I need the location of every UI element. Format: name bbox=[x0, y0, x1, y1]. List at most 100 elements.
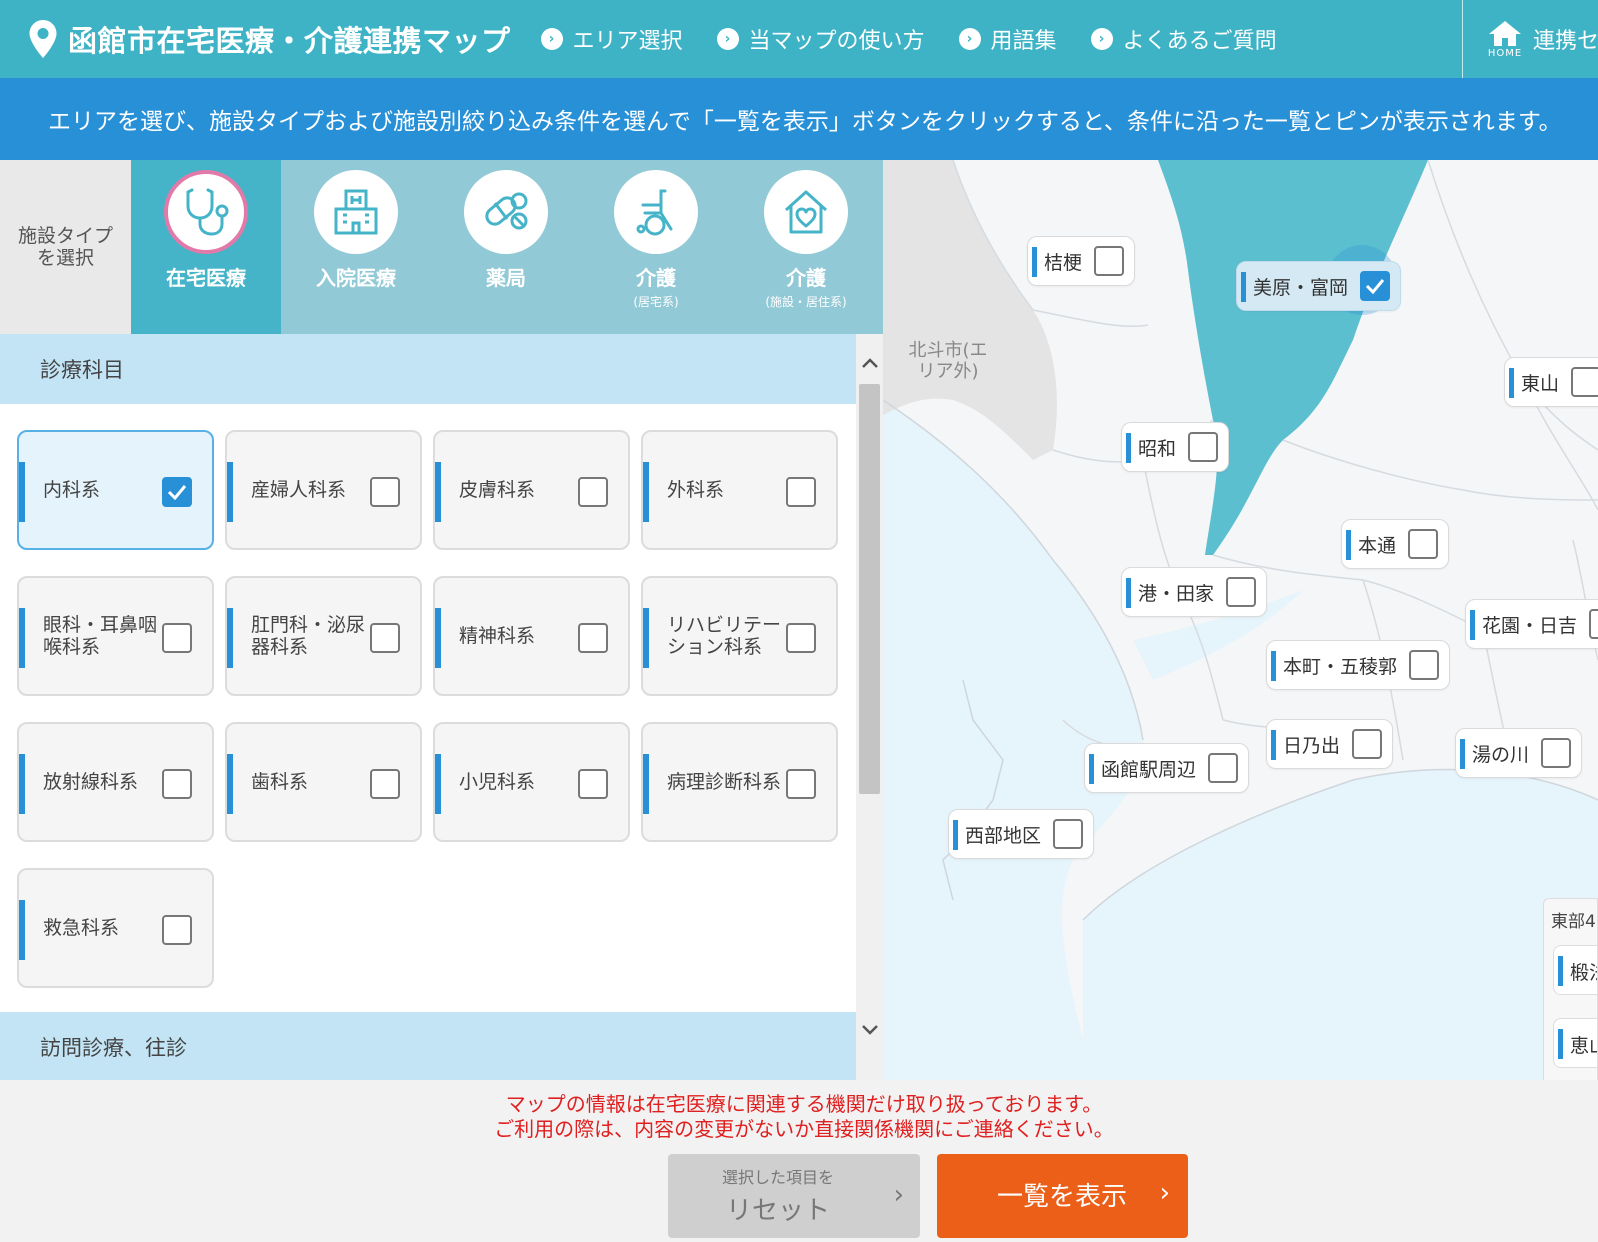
reset-button[interactable]: 選択した項目を リセット › bbox=[668, 1154, 920, 1238]
checkbox[interactable] bbox=[1589, 609, 1598, 639]
nav-glossary[interactable]: › 用語集 bbox=[958, 23, 1057, 55]
department-checkbox-card[interactable]: 放射線科系 bbox=[17, 722, 214, 842]
department-checkbox-card[interactable]: 救急科系 bbox=[17, 868, 214, 988]
department-checkbox-card[interactable]: 内科系 bbox=[17, 430, 214, 550]
department-checkbox-card[interactable]: 小児科系 bbox=[433, 722, 630, 842]
department-checkbox-card[interactable]: 皮膚科系 bbox=[433, 430, 630, 550]
department-checkbox-card[interactable]: 産婦人科系 bbox=[225, 430, 422, 550]
east-area-item[interactable]: 椴法 bbox=[1553, 945, 1598, 995]
area-checkbox[interactable]: 桔梗 bbox=[1027, 236, 1136, 286]
card-accent-bar bbox=[19, 754, 25, 814]
nav-faq[interactable]: › よくあるご質問 bbox=[1090, 23, 1277, 55]
area-checkbox[interactable]: 函館駅周辺 bbox=[1084, 743, 1250, 793]
footer: マップの情報は在宅医療に関連する機関だけ取り扱っております。 ご利用の際は、内容… bbox=[0, 1080, 1598, 1242]
area-checkbox[interactable]: 花園・日吉 bbox=[1465, 599, 1598, 649]
area-label: 昭和 bbox=[1138, 437, 1177, 460]
checkbox[interactable] bbox=[1208, 753, 1239, 783]
department-checkbox-card[interactable]: 眼科・耳鼻咽喉科系 bbox=[17, 576, 214, 696]
site-brand[interactable]: 函館市在宅医療・介護連携マップ bbox=[0, 0, 511, 78]
department-label: リハビリテーション科系 bbox=[667, 614, 782, 658]
wheelchair-icon bbox=[636, 189, 673, 236]
area-checkbox[interactable]: 西部地区 bbox=[948, 809, 1095, 859]
checkbox[interactable] bbox=[1409, 650, 1440, 680]
area-label: 西部地区 bbox=[965, 824, 1042, 847]
area-label: 日乃出 bbox=[1283, 734, 1341, 757]
area-checkbox[interactable]: 本町・五稜郭 bbox=[1266, 640, 1451, 690]
area-checkbox[interactable]: 港・田家 bbox=[1121, 567, 1268, 617]
tab-care-facility[interactable]: 介護 (施設・居住系) bbox=[731, 160, 881, 334]
area-checkbox[interactable]: 美原・富岡 bbox=[1236, 261, 1402, 311]
chevron-right-icon: › bbox=[1159, 1178, 1170, 1208]
area-label: 港・田家 bbox=[1138, 582, 1215, 605]
checkbox[interactable] bbox=[1053, 819, 1084, 849]
pills-icon bbox=[485, 192, 528, 230]
checkbox[interactable] bbox=[1094, 246, 1125, 276]
chevron-right-icon: › bbox=[540, 28, 563, 50]
checkbox[interactable] bbox=[370, 769, 400, 799]
chevron-down-icon[interactable] bbox=[856, 1014, 883, 1044]
area-label: 花園・日吉 bbox=[1482, 614, 1578, 637]
chevron-right-icon: › bbox=[1090, 28, 1113, 50]
checkbox[interactable] bbox=[1226, 577, 1257, 607]
area-checkbox[interactable]: 本通 bbox=[1341, 519, 1450, 569]
checkbox[interactable] bbox=[578, 477, 608, 507]
checkbox[interactable] bbox=[1408, 529, 1439, 559]
checkbox[interactable] bbox=[786, 623, 816, 653]
show-list-button[interactable]: 一覧を表示 › bbox=[937, 1154, 1188, 1238]
area-checkbox[interactable]: 湯の川 bbox=[1455, 728, 1583, 778]
department-label: 精神科系 bbox=[459, 625, 536, 647]
card-accent-bar bbox=[435, 608, 441, 668]
checkbox[interactable] bbox=[162, 623, 192, 653]
checkbox[interactable] bbox=[162, 915, 192, 945]
checkbox[interactable] bbox=[786, 477, 816, 507]
section-header-home-visits[interactable]: 訪問診療、往診 bbox=[0, 1012, 856, 1080]
checkbox[interactable] bbox=[578, 769, 608, 799]
chevron-up-icon[interactable] bbox=[856, 348, 883, 378]
scrollbar[interactable] bbox=[856, 334, 883, 1080]
scroll-thumb[interactable] bbox=[859, 384, 880, 794]
department-label: 放射線科系 bbox=[43, 771, 139, 793]
tab-inpatient[interactable]: 入院医療 bbox=[281, 160, 431, 334]
section-header-departments: 診療科目 bbox=[0, 334, 856, 404]
area-checkbox[interactable]: 日乃出 bbox=[1266, 719, 1394, 769]
area-accent-bar bbox=[1032, 247, 1037, 277]
checkbox[interactable] bbox=[370, 477, 400, 507]
checkbox[interactable] bbox=[370, 623, 400, 653]
department-checkbox-card[interactable]: 肛門科・泌尿器科系 bbox=[225, 576, 422, 696]
department-checkbox-card[interactable]: 病理診断科系 bbox=[641, 722, 838, 842]
area-label: 美原・富岡 bbox=[1253, 276, 1349, 299]
east-area-title: 東部4 bbox=[1551, 912, 1596, 932]
checkbox[interactable] bbox=[578, 623, 608, 653]
check-icon bbox=[167, 485, 187, 500]
checkbox[interactable] bbox=[786, 769, 816, 799]
checkbox[interactable] bbox=[1571, 367, 1598, 397]
checkbox[interactable] bbox=[1352, 729, 1383, 759]
area-checkbox[interactable]: 昭和 bbox=[1121, 422, 1230, 472]
chevron-right-icon: › bbox=[716, 28, 739, 50]
checkbox[interactable] bbox=[162, 477, 192, 507]
outside-area-label: 北斗市(エリア外) bbox=[908, 340, 988, 382]
home-link[interactable]: HOME 連携セ bbox=[1462, 0, 1598, 78]
area-accent-bar bbox=[1126, 433, 1131, 463]
department-checkbox-card[interactable]: 精神科系 bbox=[433, 576, 630, 696]
checkbox[interactable] bbox=[1360, 271, 1391, 301]
checkbox[interactable] bbox=[162, 769, 192, 799]
department-checkbox-card[interactable]: 外科系 bbox=[641, 430, 838, 550]
nav-how-to-use[interactable]: › 当マップの使い方 bbox=[716, 23, 925, 55]
tab-pharmacy[interactable]: 薬局 bbox=[431, 160, 581, 334]
check-icon bbox=[1365, 279, 1385, 294]
filter-panel[interactable]: 診療科目 内科系 産婦人科系 皮膚科系 外科系眼科・耳鼻咽喉科系 肛門科・泌尿器科系 精神… bbox=[0, 334, 883, 1080]
nav-area-select[interactable]: › エリア選択 bbox=[540, 23, 683, 55]
area-accent-bar bbox=[1460, 739, 1465, 769]
area-label: 本町・五稜郭 bbox=[1283, 655, 1398, 678]
tab-home-medical[interactable]: 在宅医療 bbox=[131, 160, 281, 334]
east-area-item[interactable]: 恵山 bbox=[1553, 1018, 1598, 1068]
department-checkbox-card[interactable]: 歯科系 bbox=[225, 722, 422, 842]
area-label: 函館駅周辺 bbox=[1101, 758, 1197, 781]
tab-care-home-based[interactable]: 介護 (居宅系) bbox=[581, 160, 731, 334]
department-checkbox-card[interactable]: リハビリテーション科系 bbox=[641, 576, 838, 696]
card-accent-bar bbox=[19, 462, 25, 522]
checkbox[interactable] bbox=[1188, 432, 1219, 462]
area-checkbox[interactable]: 東山 bbox=[1504, 357, 1598, 407]
checkbox[interactable] bbox=[1541, 738, 1572, 768]
